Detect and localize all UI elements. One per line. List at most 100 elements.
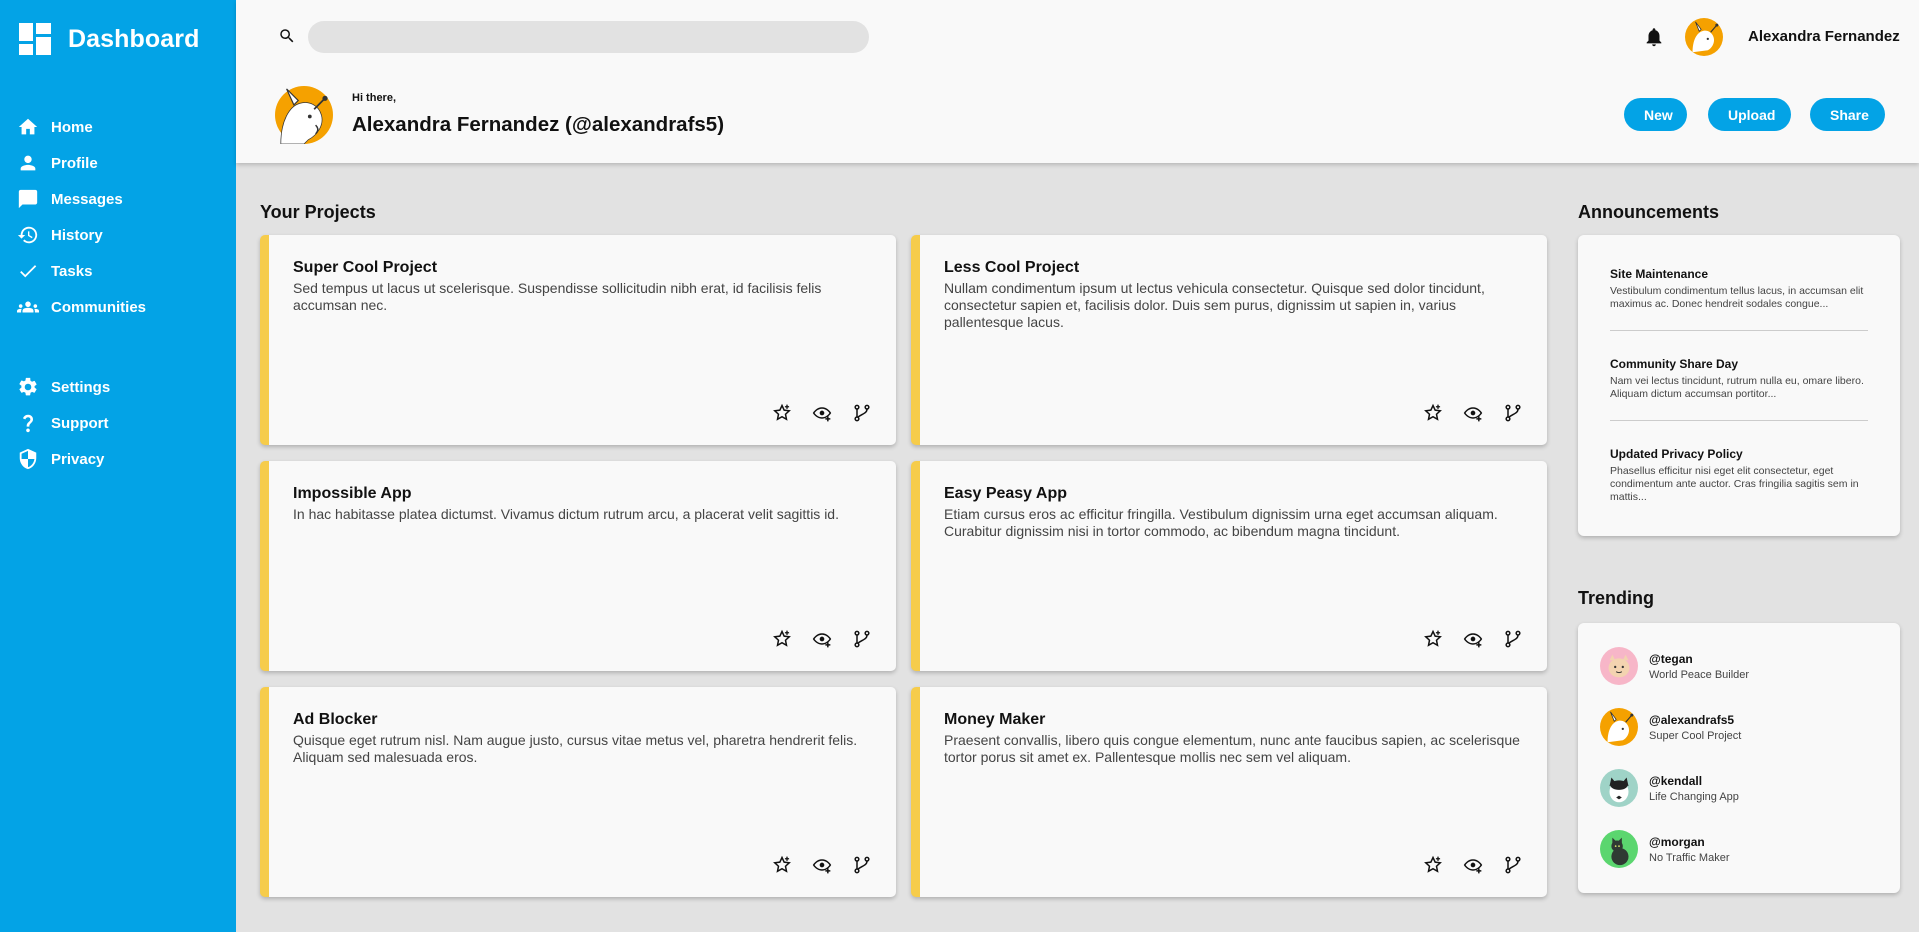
sidebar-item-tasks[interactable]: Tasks — [16, 258, 92, 284]
sidebar-item-label: Tasks — [51, 262, 93, 280]
fork-icon[interactable] — [852, 629, 872, 649]
gear-icon — [16, 375, 40, 399]
announcement-body: Phasellus efficitur nisi eget elit conse… — [1610, 465, 1859, 503]
dashboard-icon — [19, 23, 51, 55]
project-card[interactable]: Money Maker Praesent convallis, libero qu… — [911, 687, 1547, 897]
star-icon[interactable] — [1423, 855, 1443, 875]
watch-icon[interactable] — [1463, 855, 1483, 875]
fork-icon[interactable] — [1503, 855, 1523, 875]
project-description: In hac habitasse platea dictumst. Vivamu… — [293, 506, 839, 522]
star-icon[interactable] — [772, 403, 792, 423]
sidebar-item-label: Communities — [51, 298, 147, 316]
trending-project: Super Cool Project — [1649, 729, 1742, 742]
upload-button[interactable]: Upload — [1708, 98, 1791, 131]
announcement-title: Community Share Day — [1610, 357, 1739, 371]
sidebar-item-messages[interactable]: Messages — [16, 186, 123, 212]
watch-icon[interactable] — [812, 629, 832, 649]
trending-project: World Peace Builder — [1649, 668, 1750, 681]
fork-icon[interactable] — [852, 403, 872, 423]
sidebar-item-settings[interactable]: Settings — [16, 374, 110, 400]
sidebar-item-label: Support — [51, 414, 109, 432]
announcement-item[interactable]: Community Share Day Nam vei lectus tinci… — [1610, 357, 1868, 401]
project-actions — [1423, 403, 1523, 423]
watch-icon[interactable] — [812, 855, 832, 875]
chat-icon — [16, 187, 40, 211]
sidebar-item-communities[interactable]: Communities — [16, 294, 146, 320]
announcement-item[interactable]: Site Maintenance Vestibulum condimentum … — [1610, 267, 1868, 311]
watch-icon[interactable] — [812, 403, 832, 423]
trending-title: Trending — [1578, 588, 1654, 608]
project-card[interactable]: Easy Peasy App Etiam cursus eros ac effic… — [911, 461, 1547, 671]
sidebar-item-support[interactable]: Support — [16, 410, 109, 436]
shield-icon — [16, 447, 40, 471]
avatar — [1600, 769, 1638, 807]
trending-item[interactable]: @kendall Life Changing App — [1600, 769, 1739, 807]
announcement-body: Vestibulum condimentum tellus lacus, in … — [1610, 285, 1864, 310]
sidebar-item-home[interactable]: Home — [16, 114, 93, 140]
fork-icon[interactable] — [1503, 629, 1523, 649]
project-card[interactable]: Ad Blocker Quisque eget rutrum nisl. Nam … — [260, 687, 896, 897]
projects-title: Your Projects — [260, 202, 376, 222]
divider — [1610, 330, 1868, 331]
history-icon — [16, 223, 40, 247]
share-button[interactable]: Share — [1810, 98, 1885, 131]
project-card[interactable]: Impossible App In hac habitasse platea di… — [260, 461, 896, 671]
sidebar-item-profile[interactable]: Profile — [16, 150, 98, 176]
profile-full-name: Alexandra Fernandez (@alexandrafs5) — [352, 113, 725, 136]
project-actions — [772, 855, 872, 875]
star-icon[interactable] — [1423, 403, 1443, 423]
sidebar-item-label: History — [51, 226, 103, 244]
trending-handle: @tegan — [1649, 651, 1693, 666]
trending-project: No Traffic Maker — [1649, 851, 1730, 864]
trending-handle: @kendall — [1649, 773, 1703, 788]
bell-icon[interactable] — [1643, 26, 1665, 48]
announcements-title: Announcements — [1578, 202, 1720, 222]
project-description: Praesent convallis, libero quis congue e… — [944, 732, 1520, 765]
trending-item[interactable]: @morgan No Traffic Maker — [1600, 830, 1730, 868]
sidebar-item-label: Messages — [51, 190, 123, 208]
avatar[interactable] — [1685, 18, 1723, 56]
project-actions — [1423, 629, 1523, 649]
project-title: Impossible App — [293, 485, 412, 502]
search-input[interactable] — [308, 21, 869, 53]
sidebar-item-label: Settings — [51, 378, 111, 396]
avatar — [1600, 647, 1638, 685]
fork-icon[interactable] — [852, 855, 872, 875]
project-description: Etiam cursus eros ac efficitur fringilla… — [944, 506, 1498, 539]
trending-item[interactable]: @tegan World Peace Builder — [1600, 647, 1749, 685]
brand[interactable]: Dashboard — [19, 22, 199, 56]
announcements-panel: Site Maintenance Vestibulum condimentum … — [1578, 235, 1900, 536]
project-title: Super Cool Project — [293, 259, 438, 276]
sidebar-item-privacy[interactable]: Privacy — [16, 446, 104, 472]
announcement-title: Site Maintenance — [1610, 267, 1709, 281]
watch-icon[interactable] — [1463, 629, 1483, 649]
project-title: Ad Blocker — [293, 711, 378, 728]
project-card[interactable]: Less Cool Project Nullam condimentum ipsu… — [911, 235, 1547, 445]
sidebar-item-history[interactable]: History — [16, 222, 103, 248]
greeting: Hi there, — [352, 92, 397, 104]
project-description: Nullam condimentum ipsum ut lectus vehic… — [944, 280, 1485, 330]
avatar — [1600, 708, 1638, 746]
project-description: Quisque eget rutrum nisl. Nam augue just… — [293, 732, 858, 765]
profile-avatar — [275, 86, 333, 144]
star-icon[interactable] — [772, 629, 792, 649]
user-name[interactable]: Alexandra Fernandez — [1748, 28, 1900, 45]
header: Alexandra Fernandez Hi there, Alexandra … — [236, 0, 1919, 163]
project-card[interactable]: Super Cool Project Sed tempus ut lacus ut… — [260, 235, 896, 445]
trending-item[interactable]: @alexandrafs5 Super Cool Project — [1600, 708, 1741, 746]
announcement-item[interactable]: Updated Privacy Policy Phasellus efficit… — [1610, 447, 1868, 504]
project-actions — [772, 403, 872, 423]
new-button[interactable]: New — [1624, 98, 1687, 131]
sidebar-item-label: Profile — [51, 154, 98, 172]
fork-icon[interactable] — [1503, 403, 1523, 423]
star-icon[interactable] — [1423, 629, 1443, 649]
announcement-body: Nam vei lectus tincidunt, rutrum nulla e… — [1610, 375, 1864, 400]
star-icon[interactable] — [772, 855, 792, 875]
trending-handle: @alexandrafs5 — [1649, 712, 1735, 727]
project-actions — [772, 629, 872, 649]
search-icon[interactable] — [278, 27, 296, 45]
watch-icon[interactable] — [1463, 403, 1483, 423]
trending-panel: @tegan World Peace Builder @alexandrafs5… — [1578, 623, 1900, 893]
project-title: Easy Peasy App — [944, 485, 1068, 502]
sidebar-item-label: Home — [51, 118, 93, 136]
